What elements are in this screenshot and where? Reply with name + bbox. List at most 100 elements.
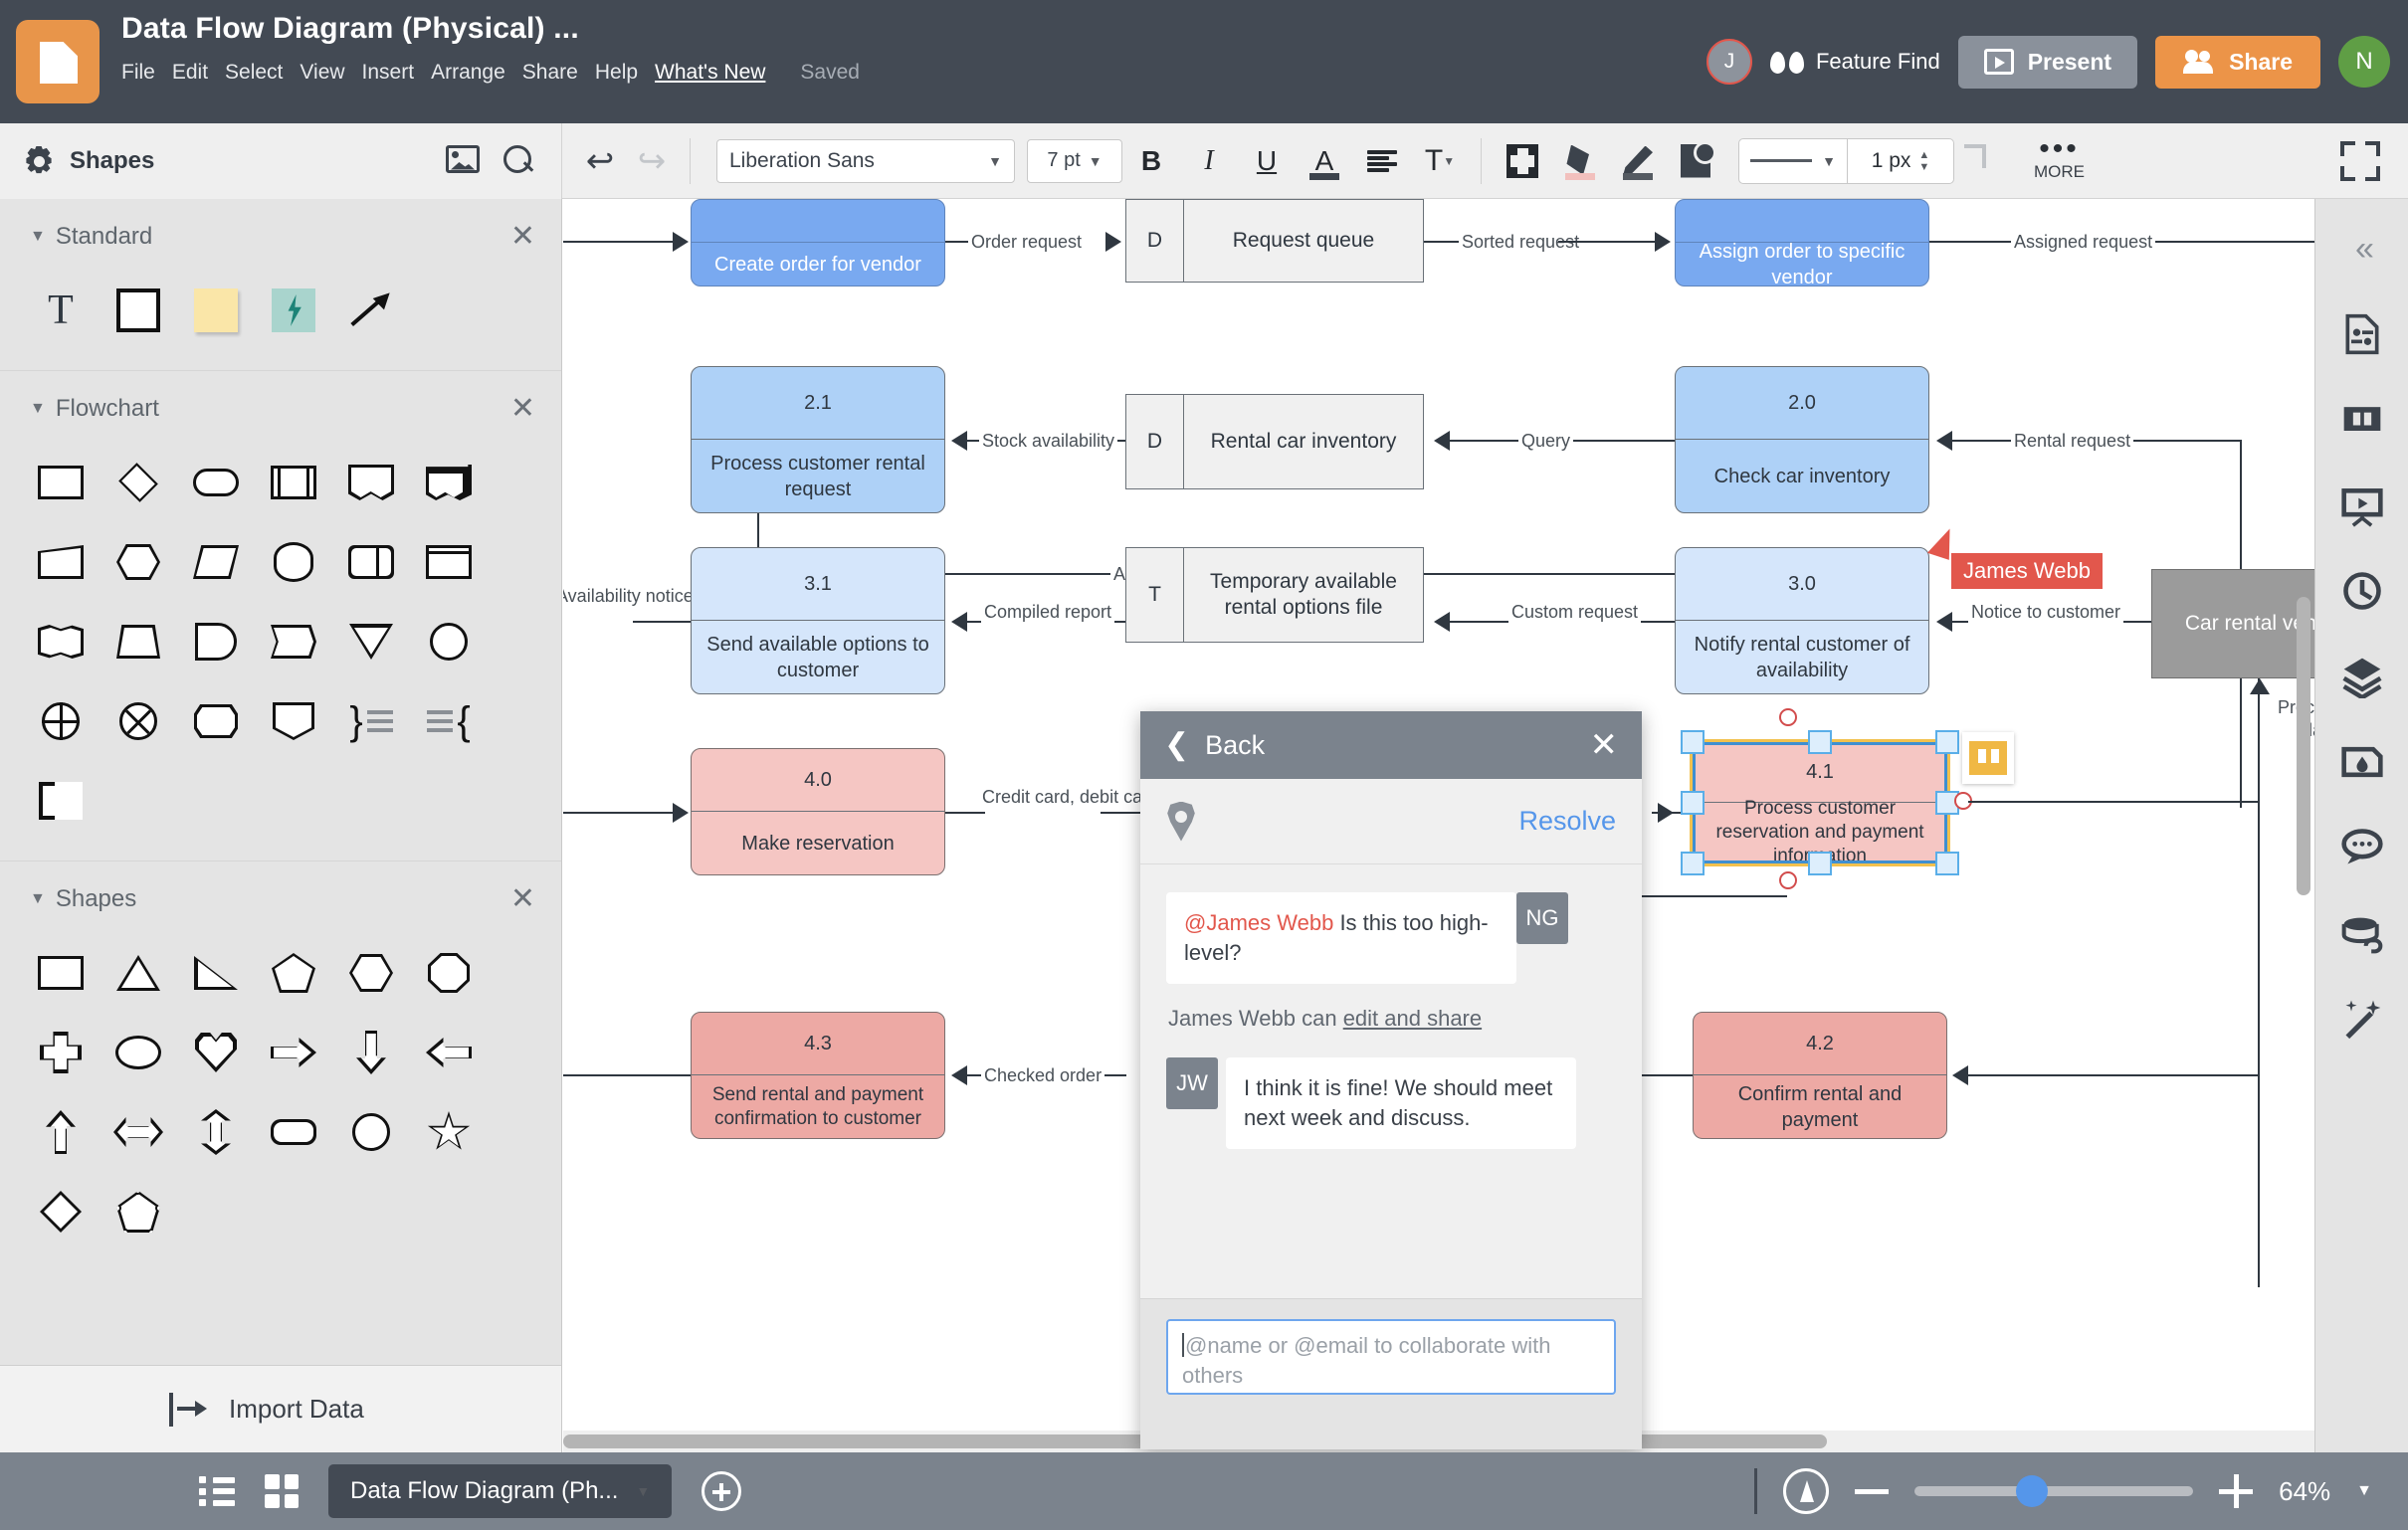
shape-connector[interactable]	[410, 604, 488, 679]
chevron-down-icon[interactable]: ▼	[30, 228, 46, 246]
comment-badge[interactable]	[1962, 732, 2014, 784]
chevron-down-icon[interactable]: ▼	[30, 400, 46, 418]
underline-button[interactable]: U	[1238, 133, 1296, 189]
shape-cross[interactable]	[22, 1015, 100, 1090]
shape-right-triangle[interactable]	[177, 935, 255, 1011]
shape-preparation[interactable]	[100, 524, 177, 600]
share-button[interactable]: Share	[2155, 35, 2320, 89]
external-entity-car-rental-vendor[interactable]: Car rental vendor	[2151, 569, 2314, 678]
menu-item-view[interactable]: View	[300, 57, 361, 89]
import-data-button[interactable]: Import Data	[0, 1365, 561, 1452]
present-button[interactable]: Present	[1957, 35, 2138, 89]
image-icon[interactable]	[446, 144, 480, 173]
magic-wand-icon[interactable]	[2338, 995, 2386, 1043]
chat-icon[interactable]	[2338, 824, 2386, 871]
process-node-3-1[interactable]: 3.1 Send available options to customer	[691, 547, 945, 694]
chevron-down-icon[interactable]: ▼	[30, 890, 46, 908]
shape-pentagon[interactable]	[255, 935, 332, 1011]
shape-rectangle[interactable]	[100, 273, 177, 348]
shape-cloud[interactable]	[100, 1015, 177, 1090]
resize-handle-n[interactable]	[1808, 730, 1832, 754]
shape-star[interactable]	[410, 1094, 488, 1170]
shape-multi-document[interactable]	[410, 445, 488, 520]
process-node-2-0[interactable]: 2.0 Check car inventory	[1675, 366, 1929, 513]
navigator-icon[interactable]	[1783, 1468, 1830, 1514]
comment-mention[interactable]: @James Webb	[1184, 910, 1333, 935]
text-options-button[interactable]: T ▼	[1411, 133, 1469, 189]
font-color-button[interactable]: A	[1296, 133, 1353, 189]
resolve-button[interactable]: Resolve	[1518, 806, 1616, 837]
list-view-icon[interactable]	[199, 1476, 235, 1506]
shape-predefined-process[interactable]	[255, 445, 332, 520]
font-family-select[interactable]: Liberation Sans ▼	[716, 138, 1015, 183]
close-icon[interactable]: ✕	[510, 884, 535, 914]
shape-stored-data[interactable]	[177, 683, 255, 759]
connector-style-button[interactable]	[1954, 133, 2012, 189]
zoom-out-button[interactable]	[1855, 1488, 1890, 1494]
app-logo[interactable]	[16, 20, 100, 103]
comment-back-button[interactable]: ❮ Back	[1164, 730, 1265, 761]
avatar-current-user[interactable]: N	[2338, 36, 2390, 88]
page-tab[interactable]: Data Flow Diagram (Ph... ▼	[328, 1464, 673, 1518]
feature-find-button[interactable]: Feature Find	[1769, 49, 1940, 75]
shape-diamond[interactable]	[22, 1174, 100, 1249]
comment-input[interactable]: @name or @email to collaborate with othe…	[1166, 1319, 1616, 1395]
shape-data-button[interactable]	[1667, 133, 1724, 189]
shape-document[interactable]	[332, 445, 410, 520]
menu-item-whats-new[interactable]: What's New	[655, 57, 782, 89]
shape-octagon[interactable]	[410, 935, 488, 1011]
shape-display[interactable]	[177, 604, 255, 679]
shape-arrow-up[interactable]	[22, 1094, 100, 1170]
canvas-vertical-scrollbar[interactable]	[2297, 597, 2310, 895]
shape-process[interactable]	[22, 445, 100, 520]
text-align-button[interactable]	[1353, 133, 1411, 189]
shape-polygon-node[interactable]	[100, 1174, 177, 1249]
font-size-select[interactable]: 7 pt ▼	[1027, 138, 1122, 183]
close-icon[interactable]: ✕	[1590, 728, 1619, 762]
datastore-temporary-options-file[interactable]: T Temporary available rental options fil…	[1125, 547, 1424, 643]
image-fill-icon[interactable]	[2338, 738, 2386, 786]
resize-handle-sw[interactable]	[1681, 852, 1705, 875]
gear-icon[interactable]	[22, 144, 56, 178]
menu-item-select[interactable]: Select	[225, 57, 300, 89]
shape-frame-button[interactable]	[1494, 133, 1551, 189]
avatar-collaborator-j[interactable]: J	[1706, 39, 1752, 85]
shape-internal-storage[interactable]	[410, 524, 488, 600]
menu-item-help[interactable]: Help	[595, 57, 655, 89]
shape-data[interactable]	[177, 524, 255, 600]
permission-link[interactable]: edit and share	[1343, 1006, 1482, 1031]
line-style-preview[interactable]: ▼	[1739, 153, 1847, 169]
italic-button[interactable]: I	[1180, 133, 1238, 189]
process-node-4-3[interactable]: 4.3 Send rental and payment confirmation…	[691, 1012, 945, 1139]
resize-handle-w[interactable]	[1681, 791, 1705, 815]
shape-arrow-left[interactable]	[410, 1015, 488, 1090]
more-button[interactable]: ••• MORE	[2034, 134, 2085, 182]
shape-sequential-access[interactable]	[255, 683, 332, 759]
shape-hexagon[interactable]	[332, 935, 410, 1011]
shape-arrow-left-right[interactable]	[100, 1094, 177, 1170]
process-node-2-1[interactable]: 2.1 Process customer rental request	[691, 366, 945, 513]
zoom-slider-knob[interactable]	[2016, 1475, 2049, 1507]
redo-button[interactable]: ↪	[626, 135, 678, 187]
process-node-create-order[interactable]: Create order for vendor	[691, 199, 945, 287]
resize-handle-s[interactable]	[1808, 852, 1832, 875]
resize-handle-se[interactable]	[1935, 852, 1959, 875]
chevron-down-icon[interactable]: ▼	[636, 1483, 650, 1499]
fill-color-button[interactable]	[1551, 133, 1609, 189]
shape-text[interactable]: T	[22, 273, 100, 348]
shape-sticky-note[interactable]	[177, 273, 255, 348]
data-link-icon[interactable]	[2338, 909, 2386, 957]
close-icon[interactable]: ✕	[510, 222, 535, 252]
comments-panel-icon[interactable]	[2338, 396, 2386, 444]
menu-item-share[interactable]: Share	[522, 57, 595, 89]
shape-brace-right[interactable]: }	[332, 683, 410, 759]
process-node-4-0[interactable]: 4.0 Make reservation	[691, 748, 945, 875]
shape-or[interactable]	[100, 683, 177, 759]
shape-direct-access-storage[interactable]	[332, 524, 410, 600]
shape-terminator[interactable]	[177, 445, 255, 520]
present-panel-icon[interactable]	[2338, 481, 2386, 529]
shape-rectangle-basic[interactable]	[22, 935, 100, 1011]
chevron-down-icon[interactable]: ▼	[2356, 1482, 2372, 1500]
shape-extract[interactable]	[332, 604, 410, 679]
shape-card[interactable]	[22, 763, 100, 839]
